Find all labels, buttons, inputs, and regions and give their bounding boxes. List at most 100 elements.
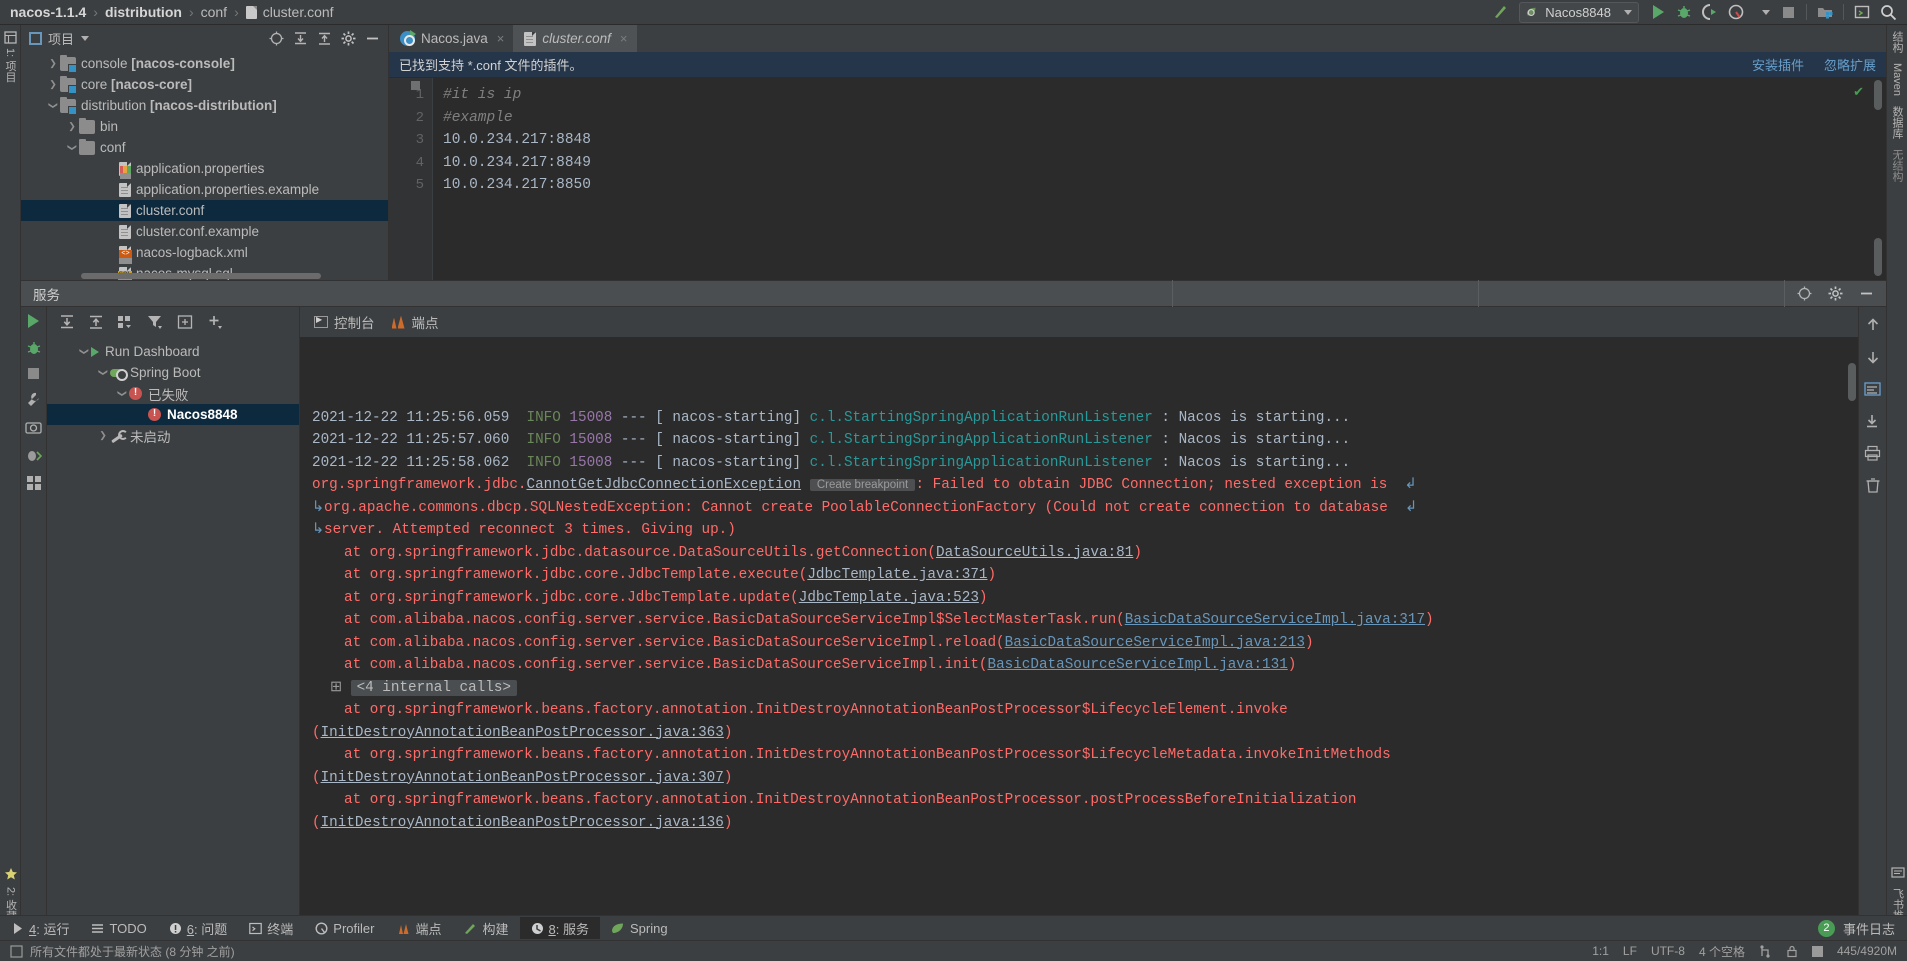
layout-icon[interactable] xyxy=(26,475,42,491)
toolwindow-button-build[interactable]: 构建 xyxy=(452,917,519,939)
close-icon[interactable]: × xyxy=(620,31,628,46)
chevron-down-icon[interactable] xyxy=(1749,1,1775,23)
console-exception-wrap-line[interactable]: ↳server. Attempted reconnect 3 times. Gi… xyxy=(300,519,1858,542)
add-tab-icon[interactable] xyxy=(177,314,194,330)
expand-all-icon[interactable] xyxy=(293,31,308,46)
expand-all-icon[interactable] xyxy=(59,314,75,330)
code-line[interactable]: #it is ip xyxy=(443,84,1886,107)
trash-icon[interactable] xyxy=(1865,477,1881,493)
console-output[interactable]: 2021-12-22 11:25:56.059 INFO 15008 --- [… xyxy=(300,337,1858,940)
chevron-right-icon[interactable] xyxy=(46,79,60,90)
editor-tab-1[interactable]: Nacos.java × xyxy=(389,25,514,52)
toolwindow-button-endpoints[interactable]: 端点 xyxy=(385,917,452,939)
open-terminal-button[interactable] xyxy=(1849,1,1875,23)
services-tree-row-selected[interactable]: Nacos8848 xyxy=(47,404,299,425)
chevron-down-icon[interactable] xyxy=(77,346,91,357)
code-line[interactable]: #example xyxy=(443,107,1886,130)
console-stack-line[interactable]: at com.alibaba.nacos.config.server.servi… xyxy=(300,654,1858,677)
console-stack-line[interactable]: at org.springframework.jdbc.core.JdbcTem… xyxy=(300,564,1858,587)
editor-tab-2[interactable]: cluster.conf × xyxy=(513,25,637,52)
build-project-button[interactable] xyxy=(1487,1,1513,23)
chevron-down-icon[interactable] xyxy=(115,388,129,399)
console-stack-line[interactable]: at com.alibaba.nacos.config.server.servi… xyxy=(300,609,1858,632)
locate-icon[interactable] xyxy=(1797,286,1812,301)
console-scrollbar-thumb[interactable] xyxy=(1848,363,1856,401)
chevron-right-icon[interactable] xyxy=(96,430,110,441)
screenshot-icon[interactable] xyxy=(25,420,42,435)
print-icon[interactable] xyxy=(1864,445,1881,461)
toolwindow-button-services[interactable]: 8: 服务 xyxy=(519,917,600,939)
console-stack-line[interactable]: at org.springframework.beans.factory.ann… xyxy=(300,699,1858,722)
project-tree-row[interactable]: distribution [nacos-distribution] xyxy=(21,95,388,116)
code-line[interactable]: 10.0.234.217:8850 xyxy=(443,174,1886,197)
run-with-coverage-button[interactable] xyxy=(1697,1,1723,23)
breadcrumb-item-folder[interactable]: conf xyxy=(201,4,227,20)
ignore-extension-link[interactable]: 忽略扩展 xyxy=(1824,55,1876,74)
sidebar-item-maven[interactable]: Maven xyxy=(1891,63,1903,96)
add-icon[interactable] xyxy=(207,314,224,330)
sidebar-item-structure[interactable]: 结构 xyxy=(1889,31,1905,53)
git-branch-icon[interactable] xyxy=(1759,944,1772,958)
project-tree-row[interactable]: cluster.conf.example xyxy=(21,221,388,242)
console-stack-line[interactable]: at org.springframework.beans.factory.ann… xyxy=(300,789,1858,812)
chevron-right-icon[interactable] xyxy=(46,58,60,69)
services-tree-row[interactable]: Spring Boot xyxy=(47,362,299,383)
run-button[interactable] xyxy=(1645,1,1671,23)
soft-wrap-icon[interactable] xyxy=(1864,381,1881,397)
code-editor[interactable]: 12345 #it is ip #example 10.0.234.217:8848… xyxy=(389,78,1886,280)
stack-trace-link[interactable]: InitDestroyAnnotationBeanPostProcessor.j… xyxy=(321,815,724,831)
expand-fold-icon[interactable]: ⊞ xyxy=(330,680,351,696)
breadcrumb-item-module[interactable]: distribution xyxy=(105,4,182,20)
project-tree[interactable]: console [nacos-console] core [nacos-core]… xyxy=(21,51,388,280)
stack-trace-link[interactable]: JdbcTemplate.java:371 xyxy=(807,567,987,583)
chevron-right-icon[interactable] xyxy=(65,121,79,132)
collapse-all-icon[interactable] xyxy=(317,31,332,46)
locate-icon[interactable] xyxy=(269,31,284,46)
stop-button[interactable] xyxy=(1775,1,1801,23)
chevron-down-icon[interactable] xyxy=(65,142,79,153)
hide-icon[interactable] xyxy=(365,31,380,46)
tab-console[interactable]: 控制台 xyxy=(310,312,387,332)
memory-usage[interactable]: 445/4920M xyxy=(1837,944,1897,958)
console-stack-line[interactable]: at com.alibaba.nacos.config.server.servi… xyxy=(300,632,1858,655)
install-plugin-link[interactable]: 安装插件 xyxy=(1752,55,1804,74)
stack-trace-link[interactable]: JdbcTemplate.java:523 xyxy=(799,590,979,606)
indent-setting[interactable]: 4 个空格 xyxy=(1699,943,1745,960)
console-exception-wrap-line[interactable]: ↳org.apache.commons.dbcp.SQLNestedExcept… xyxy=(300,497,1858,520)
scroll-up-icon[interactable] xyxy=(1865,317,1881,333)
caret-position[interactable]: 1:1 xyxy=(1592,944,1609,958)
run-icon[interactable] xyxy=(28,314,39,328)
group-icon[interactable] xyxy=(117,314,134,330)
project-tree-row[interactable]: console [nacos-console] xyxy=(21,53,388,74)
folded-internal-calls[interactable]: <4 internal calls> xyxy=(350,679,517,696)
stack-trace-link[interactable]: BasicDataSourceServiceImpl.java:213 xyxy=(1005,635,1305,651)
project-tree-row[interactable]: bin xyxy=(21,116,388,137)
line-separator[interactable]: LF xyxy=(1623,944,1637,958)
restart-debugger-icon[interactable] xyxy=(25,447,42,463)
toolwindow-button-problems[interactable]: 6: 问题 xyxy=(158,917,238,939)
console-stack-line[interactable]: at org.springframework.beans.factory.ann… xyxy=(300,744,1858,767)
chevron-down-icon[interactable] xyxy=(46,100,60,111)
debug-icon[interactable] xyxy=(26,340,42,356)
stack-trace-link[interactable]: InitDestroyAnnotationBeanPostProcessor.j… xyxy=(321,725,724,741)
console-stack-line[interactable]: (InitDestroyAnnotationBeanPostProcessor.… xyxy=(300,722,1858,745)
code-line[interactable]: 10.0.234.217:8848 xyxy=(443,129,1886,152)
filter-icon[interactable] xyxy=(147,314,164,330)
project-tree-row[interactable]: application.properties xyxy=(21,158,388,179)
console-stack-line[interactable]: at org.springframework.jdbc.core.JdbcTem… xyxy=(300,587,1858,610)
console-info-line[interactable]: 2021-12-22 11:25:56.059 INFO 15008 --- [… xyxy=(300,407,1858,430)
console-stack-line[interactable]: (InitDestroyAnnotationBeanPostProcessor.… xyxy=(300,767,1858,790)
lock-icon[interactable] xyxy=(1786,945,1798,958)
toolwindow-button-run[interactable]: 4: 运行 xyxy=(0,917,80,939)
search-everywhere-button[interactable] xyxy=(1875,1,1901,23)
toolwindow-button-terminal[interactable]: 终端 xyxy=(238,917,304,939)
chevron-down-icon[interactable] xyxy=(81,35,90,41)
project-tree-row[interactable]: nacos-logback.xml xyxy=(21,242,388,263)
project-tree-row[interactable]: application.properties.example xyxy=(21,179,388,200)
hide-icon[interactable] xyxy=(1859,286,1874,301)
scroll-to-end-icon[interactable] xyxy=(1864,413,1881,429)
file-encoding[interactable]: UTF-8 xyxy=(1651,944,1685,958)
console-stack-line[interactable]: at org.springframework.jdbc.datasource.D… xyxy=(300,542,1858,565)
create-breakpoint-badge[interactable]: Create breakpoint xyxy=(809,479,916,491)
toolwindow-button-spring[interactable]: Spring xyxy=(600,917,679,939)
